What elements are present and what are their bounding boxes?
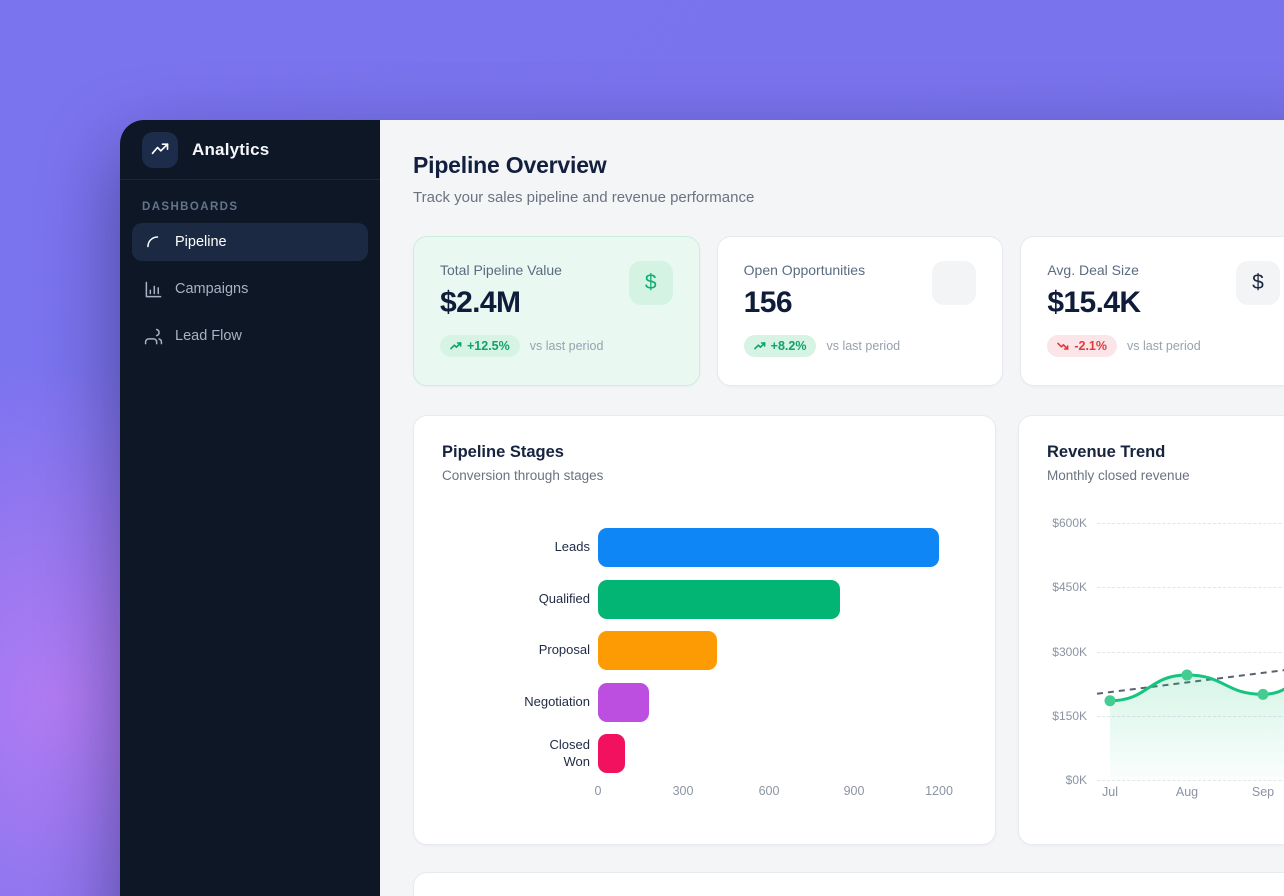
bar-row: Closed Won [442,734,977,773]
bar-track [598,734,977,773]
trend-up-icon [450,340,462,352]
app-window: Analytics DASHBOARDS Pipeline Campaigns Le… [120,120,1284,896]
line-chart-svg [1097,523,1284,780]
change-badge: +8.2% [744,335,817,357]
compare-label: vs last period [530,339,604,353]
data-point-jul [1105,695,1116,706]
target-icon [941,270,967,296]
y-tick-label: $0K [1066,773,1087,787]
sidebar-item-label: Pipeline [175,234,227,250]
change-value: -2.1% [1074,339,1107,353]
stat-icon-box: $ [1236,261,1280,305]
trending-up-icon [150,140,170,160]
y-tick-label: $450K [1052,580,1087,594]
sidebar: Analytics DASHBOARDS Pipeline Campaigns Le… [120,120,380,896]
bar-category-label: Qualified [442,591,590,607]
bar-row: Leads [442,528,977,567]
line-chart-y-axis: $0K$150K$300K$450K$600K [1041,523,1087,780]
x-tick-label: 900 [844,784,865,798]
compare-label: vs last period [826,339,900,353]
bar-chart-icon [144,280,163,299]
bottom-card-partial [413,872,1284,896]
bar-proposal [598,631,717,670]
bar-category-label: Closed Won [442,737,590,770]
sidebar-section-label: DASHBOARDS [142,201,358,213]
page-subtitle: Track your sales pipeline and revenue pe… [413,188,1284,207]
change-value: +8.2% [771,339,807,353]
compare-label: vs last period [1127,339,1201,353]
bar-closed-won [598,734,625,773]
chart-title: Pipeline Stages [442,443,967,462]
sidebar-item-label: Campaigns [175,281,248,297]
spline-icon [144,233,163,252]
x-tick-label: 600 [759,784,780,798]
x-tick-label: Sep [1252,785,1274,799]
page-title: Pipeline Overview [413,151,1284,180]
stat-card-open-opportunities: Open Opportunities156+8.2%vs last period [717,236,1004,386]
line-chart-x-axis: Jul Aug Sep [1097,785,1284,801]
bar-row: Qualified [442,580,977,619]
bar-track [598,631,977,670]
y-tick-label: $150K [1052,709,1087,723]
stats-row: Total Pipeline Value$2.4M+12.5%vs last p… [413,236,1284,386]
x-tick-label: Jul [1102,785,1118,799]
y-tick-label: $300K [1052,645,1087,659]
bar-leads [598,528,939,567]
change-badge: +12.5% [440,335,520,357]
app-title: Analytics [192,140,269,160]
bar-track [598,580,977,619]
bar-chart-x-axis: 0 300 600 900 1200 [598,784,958,800]
dollar-icon: $ [1252,271,1264,295]
sidebar-nav: Pipeline Campaigns Lead Flow [120,223,380,355]
bar-track [598,528,977,567]
users-icon [144,327,163,346]
trend-down-icon [1057,340,1069,352]
main-content: Pipeline Overview Track your sales pipel… [380,120,1284,896]
brand: Analytics [120,120,380,180]
bar-row: Negotiation [442,683,977,722]
chart-title: Revenue Trend [1047,443,1278,462]
pipeline-stages-card: Pipeline Stages Conversion through stage… [413,415,996,845]
sidebar-item-label: Lead Flow [175,328,242,344]
bar-category-label: Proposal [442,642,590,658]
bar-category-label: Negotiation [442,694,590,710]
line-chart [1097,523,1284,780]
chart-subtitle: Monthly closed revenue [1047,468,1278,483]
stat-footer: +8.2% vs last period [744,335,977,357]
charts-row: Pipeline Stages Conversion through stage… [413,415,1284,845]
x-tick-label: Aug [1176,785,1198,799]
trend-up-icon [754,340,766,352]
revenue-trend-card: Revenue Trend Monthly closed revenue $0K… [1018,415,1284,845]
stat-icon-box [932,261,976,305]
change-badge: -2.1% [1047,335,1117,357]
sidebar-item-campaigns[interactable]: Campaigns [132,270,368,308]
brand-logo [142,132,178,168]
chart-subtitle: Conversion through stages [442,468,967,483]
data-point-sep [1258,689,1269,700]
bar-qualified [598,580,840,619]
bar-negotiation [598,683,649,722]
bar-chart: Leads Qualified Proposal Negotiation Closed … [442,528,977,786]
x-tick-label: 0 [595,784,602,798]
bar-row: Proposal [442,631,977,670]
bar-category-label: Leads [442,539,590,555]
stat-card-total-pipeline-value: Total Pipeline Value$2.4M+12.5%vs last p… [413,236,700,386]
gridline [1097,780,1284,781]
change-value: +12.5% [467,339,510,353]
sidebar-item-lead-flow[interactable]: Lead Flow [132,317,368,355]
stat-card-avg-deal-size: Avg. Deal Size$15.4K-2.1%vs last period$ [1020,236,1284,386]
dollar-icon: $ [645,271,657,295]
sidebar-item-pipeline[interactable]: Pipeline [132,223,368,261]
stat-footer: -2.1% vs last period [1047,335,1280,357]
x-tick-label: 1200 [925,784,953,798]
y-tick-label: $600K [1052,516,1087,530]
x-tick-label: 300 [673,784,694,798]
bar-track [598,683,977,722]
stat-footer: +12.5% vs last period [440,335,673,357]
stat-icon-box: $ [629,261,673,305]
data-point-aug [1182,670,1193,681]
